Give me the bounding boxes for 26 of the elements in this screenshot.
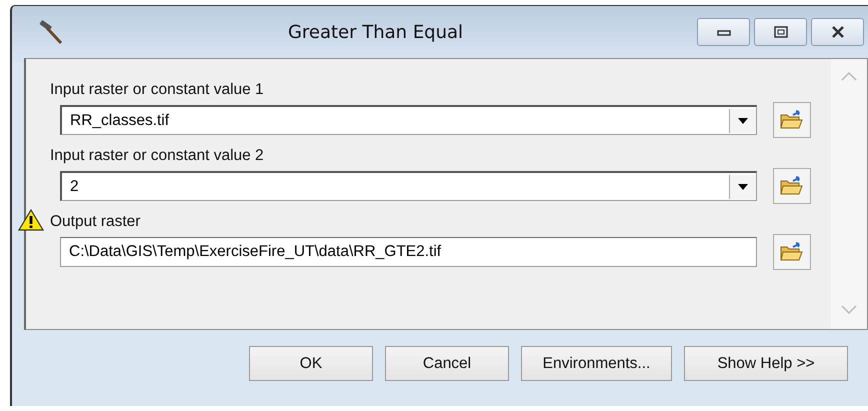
dialog-button[interactable]: Cancel	[385, 346, 509, 381]
field-label: Output raster	[49, 213, 140, 231]
dropdown-arrow-icon[interactable]	[738, 118, 748, 124]
field-label: Input raster or constant value 1	[49, 81, 264, 99]
dropdown-field[interactable]: RR_classes.tif	[60, 105, 757, 135]
minimize-icon	[716, 28, 730, 36]
maximize-button[interactable]	[754, 18, 807, 46]
dialog-button[interactable]: Environments...	[521, 346, 672, 381]
close-button[interactable]	[811, 18, 864, 46]
dropdown-arrow-icon[interactable]	[738, 184, 748, 190]
maximize-icon	[774, 26, 788, 38]
field-label: Input raster or constant value 2	[49, 147, 264, 165]
hammer-icon	[38, 19, 64, 45]
browse-button[interactable]	[773, 168, 811, 204]
dropdown-field[interactable]: 2	[60, 171, 757, 201]
browse-button[interactable]	[773, 102, 811, 138]
browse-button[interactable]	[773, 234, 811, 270]
open-folder-icon	[780, 176, 804, 196]
open-folder-icon	[780, 110, 804, 130]
minimize-button[interactable]	[697, 18, 750, 46]
input-field[interactable]: C:\Data\GIS\Temp\ExerciseFire_UT\data\RR_GTE2.tif	[60, 237, 757, 267]
window-title: Greater Than Equal	[286, 22, 464, 42]
dialog-button[interactable]: Show Help >>	[684, 346, 848, 381]
close-icon	[830, 26, 844, 38]
open-folder-icon	[780, 242, 804, 262]
dialog-button[interactable]: OK	[249, 346, 373, 381]
